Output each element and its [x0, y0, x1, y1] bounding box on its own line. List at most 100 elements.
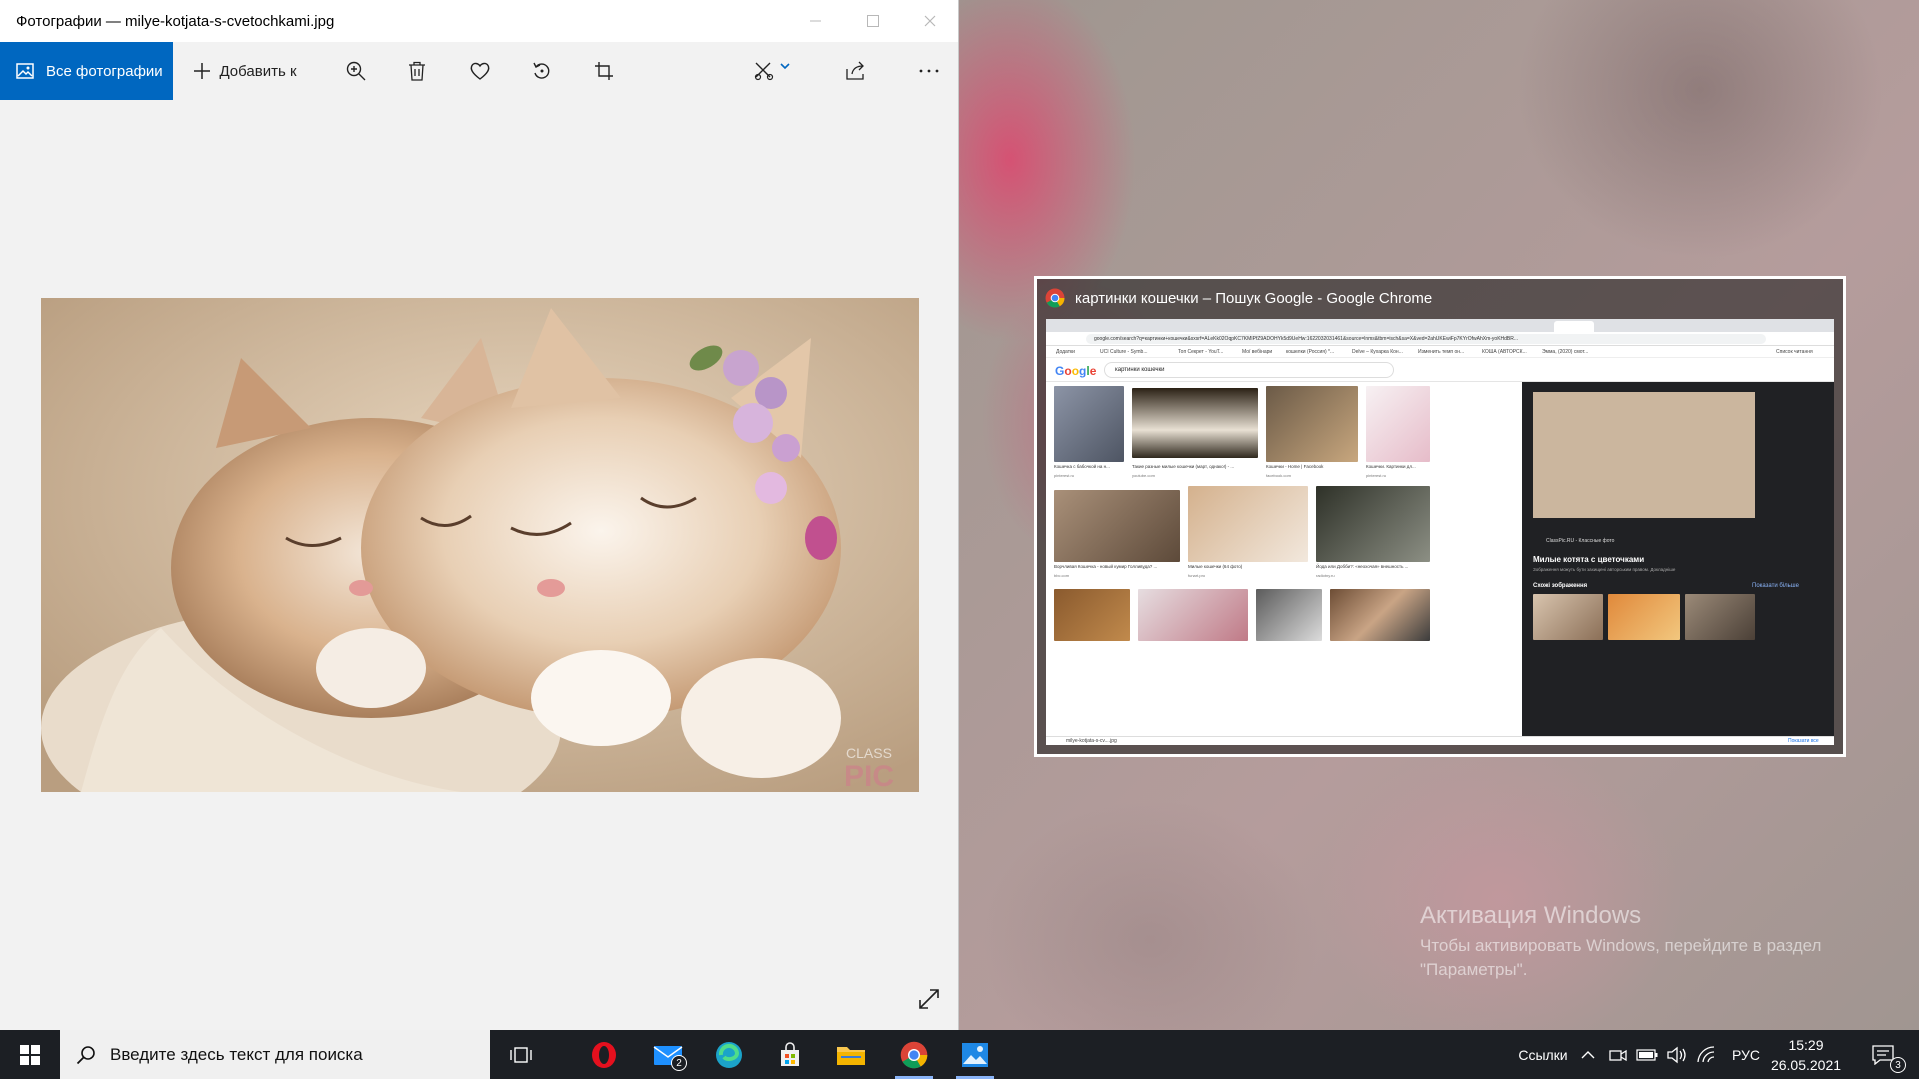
clock[interactable]: 15:29 26.05.2021 — [1766, 1035, 1846, 1075]
store-bag-icon — [781, 1041, 799, 1066]
notification-center-button[interactable]: 3 — [1858, 1030, 1908, 1079]
chrome-url: google.com/search?q=картинки+кошечки&sxs… — [1086, 334, 1766, 344]
preview-image — [1533, 392, 1755, 518]
photos-app[interactable] — [948, 1030, 1002, 1079]
kittens-image: CLASS PIC — [41, 298, 919, 792]
share-icon — [846, 61, 864, 80]
activation-title: Активация Windows — [1420, 902, 1642, 929]
google-search-box: картинки кошечки — [1104, 362, 1394, 378]
tray-overflow-button[interactable] — [1576, 1030, 1600, 1079]
result-thumbnail — [1054, 589, 1130, 641]
edge-icon — [716, 1041, 742, 1068]
all-photos-button[interactable]: Все фотографии — [0, 42, 173, 100]
chrome-preview-titlebar: картинки кошечки – Пошук Google - Google… — [1045, 285, 1432, 311]
result-caption: Такие разные милые кошечки (март, однако… — [1132, 464, 1235, 469]
crop-icon — [595, 62, 613, 80]
links-toolbar[interactable]: Ссылки — [1510, 1030, 1576, 1079]
bookmark: Мої вебінари — [1242, 349, 1273, 355]
result-source: facebook.com — [1266, 473, 1291, 478]
bookmark: КОША (АВТОРСК... — [1482, 349, 1527, 355]
battery-tray[interactable] — [1634, 1030, 1660, 1079]
window-title: Фотографии — milye-kotjata-s-cvetochkami… — [16, 12, 335, 30]
delete-button[interactable] — [397, 42, 437, 100]
taskbar: Введите здесь текст для поиска 2 Ссылки — [0, 1030, 1919, 1079]
file-explorer-app[interactable] — [824, 1030, 878, 1079]
bookmark: Эмма, (2020) смот... — [1542, 349, 1589, 355]
clock-time: 15:29 — [1788, 1037, 1824, 1053]
photo-gallery-icon — [16, 63, 34, 79]
similar-thumbnail — [1533, 594, 1603, 640]
photos-window: Фотографии — milye-kotjata-s-cvetochkami… — [0, 0, 959, 1030]
result-thumbnail — [1054, 490, 1180, 562]
speaker-icon — [1667, 1046, 1686, 1063]
windows-activation-watermark: Активация Windows Чтобы активировать Win… — [1420, 902, 1860, 982]
chrome-window-preview[interactable]: картинки кошечки – Пошук Google - Google… — [1034, 276, 1846, 757]
trash-icon — [409, 61, 425, 81]
result-source: funart.pro — [1188, 573, 1206, 578]
camera-icon — [1609, 1049, 1627, 1061]
similar-thumbnail — [1685, 594, 1755, 640]
edit-create-button[interactable] — [744, 42, 800, 100]
zoom-in-icon — [346, 61, 366, 81]
chrome-address-bar: google.com/search?q=картинки+кошечки&sxs… — [1046, 332, 1834, 346]
result-thumbnail — [1138, 589, 1248, 641]
google-image-results: Кошечка с бабочкой на н... pinterest.ru … — [1046, 382, 1522, 745]
mail-app[interactable]: 2 — [641, 1030, 695, 1079]
language-label: РУС — [1731, 1046, 1761, 1063]
bookmark: Delve – Кухарка Кон... — [1352, 349, 1403, 355]
folder-icon — [837, 1046, 865, 1065]
plus-icon — [194, 63, 211, 79]
show-all-downloads: Показати все — [1788, 738, 1819, 744]
minimize-icon — [809, 20, 821, 22]
show-more-link: Показати більше — [1752, 583, 1799, 589]
task-view-button[interactable] — [494, 1030, 548, 1079]
result-caption: Ворчливая Кошечка - новый кумир Голливуд… — [1054, 564, 1158, 569]
expand-icon — [919, 989, 939, 1009]
search-icon — [76, 1045, 95, 1064]
network-tray[interactable] — [1694, 1030, 1720, 1079]
bookmark: UCI Culture - Symb... — [1100, 349, 1148, 355]
chrome-app[interactable] — [887, 1030, 941, 1079]
image-preview-panel: ClassPic.RU - Классные фото Милые котята… — [1522, 382, 1834, 745]
photos-app-icon — [962, 1042, 988, 1067]
maximize-button[interactable] — [843, 0, 903, 42]
volume-tray[interactable] — [1664, 1030, 1690, 1079]
chrome-thumbnail: google.com/search?q=картинки+кошечки&sxs… — [1046, 319, 1834, 745]
search-placeholder: Введите здесь текст для поиска — [110, 1044, 363, 1064]
taskbar-search-box[interactable]: Введите здесь текст для поиска — [60, 1030, 490, 1079]
minimize-button[interactable] — [785, 0, 845, 42]
windows-logo-icon — [20, 1044, 40, 1065]
share-button[interactable] — [836, 42, 876, 100]
result-thumbnail — [1256, 589, 1322, 641]
fullscreen-button[interactable] — [914, 984, 944, 1014]
bookmark: Топ Секрет - YouT... — [1178, 349, 1224, 355]
watermark-bottom: PIC — [844, 760, 894, 792]
result-source: youtube.com — [1132, 473, 1155, 478]
chrome-preview-title: картинки кошечки – Пошук Google - Google… — [1075, 289, 1433, 307]
result-thumbnail — [1132, 388, 1258, 458]
opera-app[interactable] — [577, 1030, 631, 1079]
close-button[interactable] — [900, 0, 960, 42]
rotate-button[interactable] — [522, 42, 562, 100]
more-options-button[interactable] — [909, 42, 949, 100]
crop-button[interactable] — [584, 42, 624, 100]
add-to-button[interactable]: Добавить к — [186, 42, 304, 100]
favorite-button[interactable] — [460, 42, 500, 100]
result-caption: Милые кошечки (64 фото) — [1188, 564, 1243, 569]
result-thumbnail — [1316, 486, 1430, 562]
chevron-down-icon — [780, 63, 790, 70]
store-app[interactable] — [763, 1030, 817, 1079]
start-button[interactable] — [0, 1030, 60, 1079]
similar-images-label: Схожі зображення — [1533, 583, 1588, 589]
photo-kittens[interactable]: CLASS PIC — [41, 298, 919, 792]
zoom-button[interactable] — [336, 42, 376, 100]
result-caption: Кошечка с бабочкой на н... — [1054, 464, 1110, 469]
edge-app[interactable] — [702, 1030, 756, 1079]
more-icon — [919, 69, 939, 73]
photos-titlebar[interactable]: Фотографии — milye-kotjata-s-cvetochkami… — [0, 0, 958, 42]
result-source: pinterest.ru — [1366, 473, 1387, 478]
heart-icon — [470, 62, 490, 80]
bookmark: Додатки — [1056, 349, 1075, 355]
language-indicator[interactable]: РУС — [1726, 1030, 1766, 1079]
meet-now-tray[interactable] — [1606, 1030, 1630, 1079]
